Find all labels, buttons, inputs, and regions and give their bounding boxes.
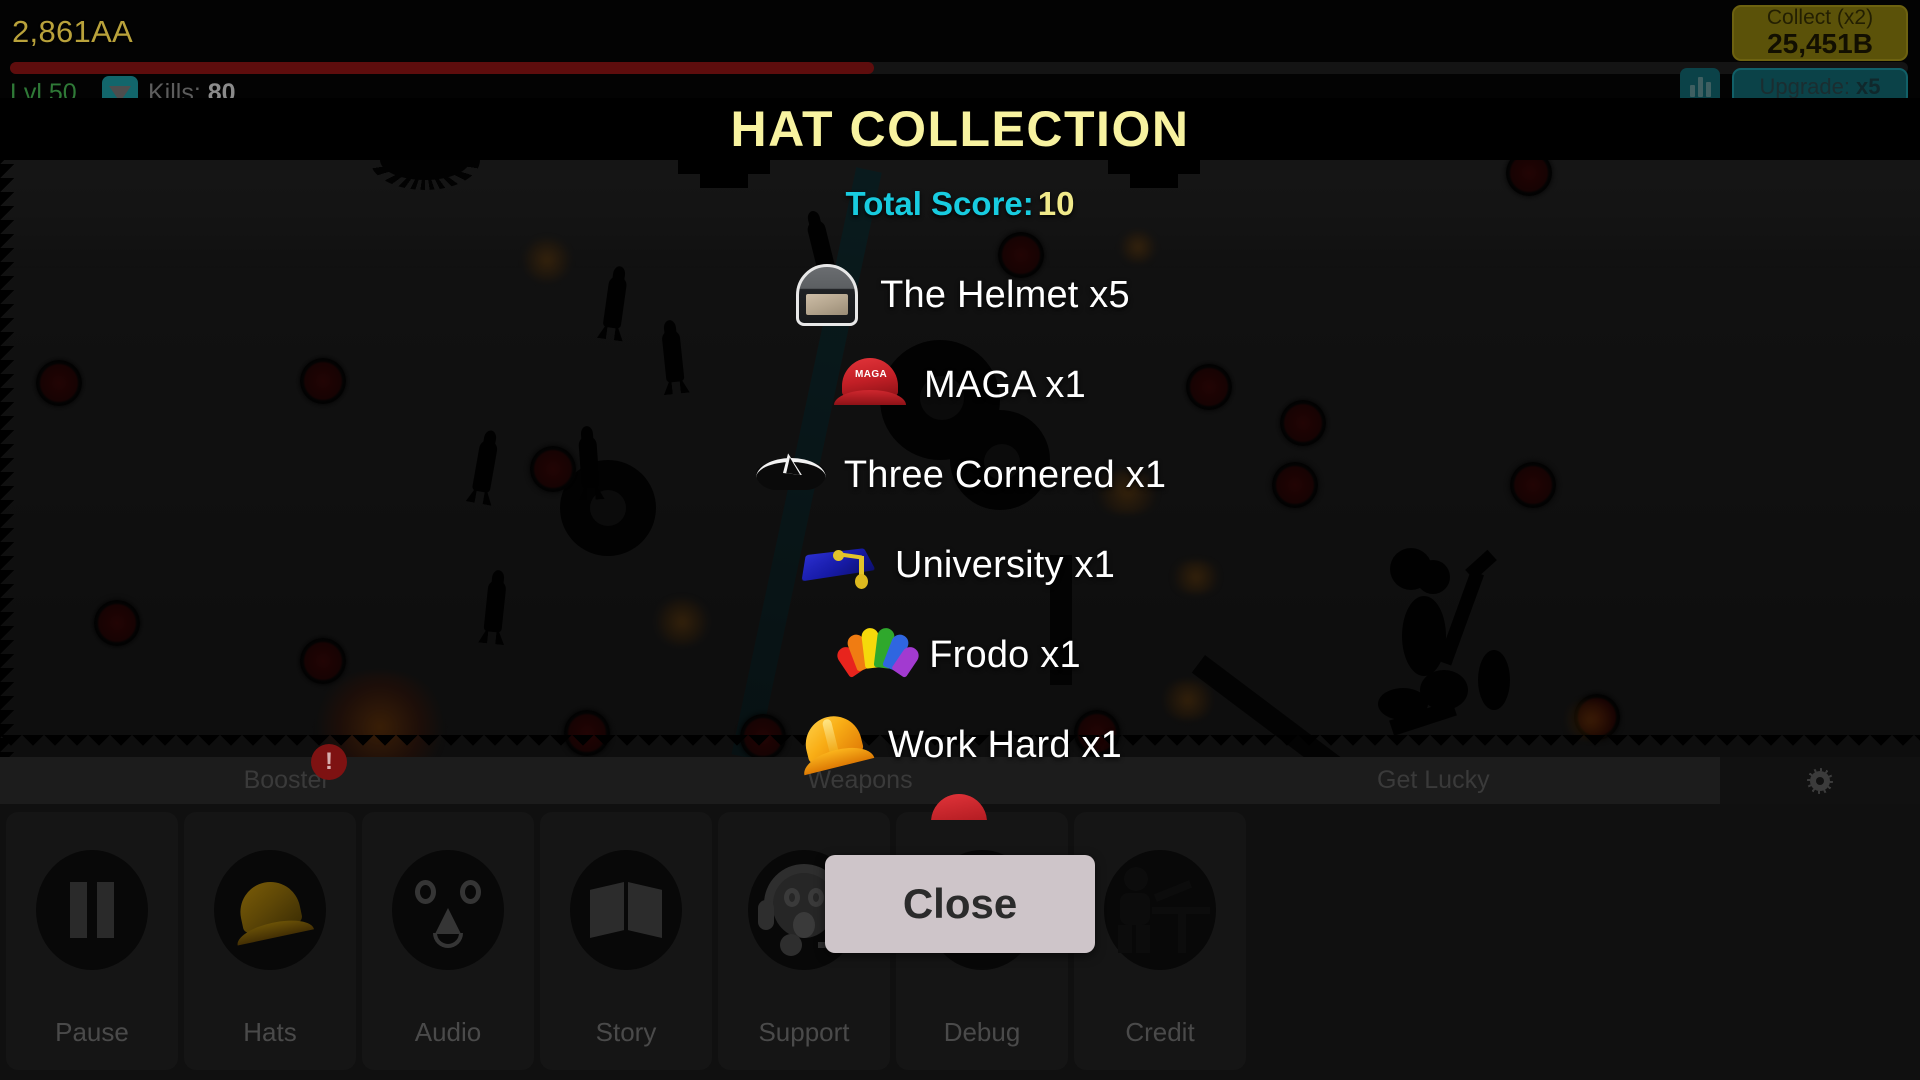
health-bar: [10, 62, 1908, 74]
menu-label-pause: Pause: [55, 1017, 129, 1047]
bar-chart-icon: [1697, 77, 1703, 97]
menu-label-audio: Audio: [414, 1017, 482, 1047]
partial-hat-icon: [923, 790, 997, 820]
total-score-value: 10: [1037, 185, 1075, 222]
menu-item-hats[interactable]: Hats: [184, 812, 356, 1070]
hat-list-item[interactable]: The Helmet x5: [0, 250, 1920, 340]
cap-text: MAGA: [854, 369, 888, 380]
hat-list-item[interactable]: University x1: [0, 520, 1920, 610]
maga-cap-icon: MAGA: [834, 354, 908, 416]
total-score: Total Score: 10: [0, 185, 1920, 223]
page-title: HAT COLLECTION: [730, 101, 1190, 157]
menu-label-hats: Hats: [243, 1017, 297, 1047]
modal-title-bar: HAT COLLECTION: [0, 98, 1920, 160]
total-score-label: Total Score:: [845, 185, 1034, 222]
helmet-icon: [790, 264, 864, 326]
audio-icon-wrap: [392, 850, 504, 970]
hat-list-item[interactable]: Three Cornered x1: [0, 430, 1920, 520]
menu-item-story[interactable]: Story: [540, 812, 712, 1070]
menu-label-story: Story: [595, 1017, 657, 1047]
collect-button[interactable]: Collect (x2) 25,451B: [1732, 5, 1908, 61]
hardhat-icon: [226, 875, 314, 946]
collect-amount: 25,451B: [1767, 28, 1873, 60]
pause-icon-wrap: [36, 850, 148, 970]
hat-list-item[interactable]: MAGA MAGA x1: [0, 340, 1920, 430]
menu-item-credit[interactable]: Credit: [1074, 812, 1246, 1070]
upgrade-multiplier: x5: [1856, 74, 1881, 99]
menu-label-credit: Credit: [1125, 1017, 1195, 1047]
hats-icon-wrap: [214, 850, 326, 970]
story-icon-wrap: [570, 850, 682, 970]
menu-label-debug: Debug: [943, 1017, 1021, 1047]
currency-display: 2,861AA: [12, 14, 134, 49]
rainbow-wig-icon: [834, 624, 923, 686]
close-button[interactable]: Close: [825, 855, 1095, 953]
hat-name: The Helmet x5: [880, 273, 1130, 316]
menu-item-audio[interactable]: Audio: [362, 812, 534, 1070]
menu-label-support: Support: [758, 1017, 850, 1047]
hat-list-item-clipped[interactable]: [0, 790, 1920, 820]
hat-name: Three Cornered x1: [843, 453, 1167, 496]
book-icon: [590, 882, 662, 938]
hat-name: Work Hard x1: [888, 723, 1122, 766]
hat-list: The Helmet x5 MAGA MAGA x1 Three Cornere…: [0, 250, 1920, 820]
hat-name: Frodo x1: [929, 633, 1081, 676]
bar-chart-icon: [1705, 82, 1711, 97]
menu-item-pause[interactable]: Pause: [6, 812, 178, 1070]
hard-hat-icon: [792, 706, 879, 784]
credit-icon-wrap: [1104, 850, 1216, 970]
person-at-desk-icon: [1108, 867, 1212, 953]
collect-label: Collect (x2): [1766, 5, 1874, 29]
bar-chart-icon: [1689, 85, 1695, 97]
game-screen: 2,861AA Lvl 50 Kills: 80 Collect (x2) 25…: [0, 0, 1920, 1080]
graduation-cap-icon: [801, 534, 879, 596]
hat-list-item[interactable]: Frodo x1: [0, 610, 1920, 700]
hat-list-item[interactable]: Work Hard x1: [0, 700, 1920, 790]
hat-name: University x1: [894, 543, 1116, 586]
upgrade-label: Upgrade:: [1759, 74, 1851, 99]
tricorn-hat-icon: [754, 444, 828, 506]
clown-face-icon: [405, 870, 491, 950]
hat-name: MAGA x1: [924, 363, 1086, 406]
health-bar-fill: [10, 62, 874, 74]
pause-icon: [70, 882, 114, 938]
